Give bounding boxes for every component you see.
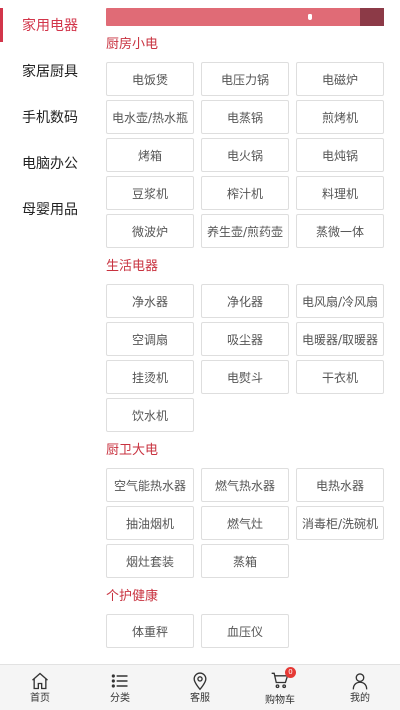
section-title: 生活电器: [106, 259, 159, 274]
subcategory-item[interactable]: 料理机: [296, 176, 384, 210]
sidebar-item-home-appliances[interactable]: 家用电器: [0, 2, 100, 48]
subcategory-item[interactable]: 电熨斗: [201, 360, 289, 394]
sidebar-item-label: 母婴用品: [22, 202, 78, 218]
section-title: 厨卫大电: [106, 443, 159, 458]
subcategory-item[interactable]: 养生壶/煎药壶: [201, 214, 289, 248]
home-icon: [32, 672, 48, 690]
subcategory-item[interactable]: 电水壶/热水瓶: [106, 100, 194, 134]
sidebar-item-label: 手机数码: [22, 110, 78, 126]
location-pin-icon: [193, 672, 207, 691]
section-title: 个护健康: [106, 589, 159, 604]
subcategory-item[interactable]: 烤箱: [106, 138, 194, 172]
tab-category[interactable]: 分类: [80, 665, 160, 710]
sidebar-item-label: 家居厨具: [22, 64, 78, 80]
tab-label: 客服: [190, 693, 210, 704]
banner-dark-block: [360, 8, 384, 26]
subcategory-item[interactable]: 燃气热水器: [201, 468, 289, 502]
subcategory-item[interactable]: 燃气灶: [201, 506, 289, 540]
sidebar-item-mother-baby[interactable]: 母婴用品: [0, 186, 100, 232]
cart-icon-wrap: 0: [270, 666, 296, 695]
subcategory-item[interactable]: 血压仪: [201, 614, 289, 648]
subcategory-item[interactable]: 空气能热水器: [106, 468, 194, 502]
tab-mine[interactable]: 我的: [320, 665, 400, 710]
subcategory-item[interactable]: 蒸箱: [201, 544, 289, 578]
subcategory-item[interactable]: 电热水器: [296, 468, 384, 502]
subcategory-grid: 空气能热水器 燃气热水器 电热水器 抽油烟机 燃气灶 消毒柜/洗碗机 烟灶套装 …: [106, 468, 384, 578]
subcategory-item[interactable]: 榨汁机: [201, 176, 289, 210]
tab-customer-service[interactable]: 客服: [160, 665, 240, 710]
subcategory-item[interactable]: 抽油烟机: [106, 506, 194, 540]
subcategory-item[interactable]: 微波炉: [106, 214, 194, 248]
subcategory-item[interactable]: 电炖锅: [296, 138, 384, 172]
subcategory-item[interactable]: 煎烤机: [296, 100, 384, 134]
subcategory-item[interactable]: 挂烫机: [106, 360, 194, 394]
subcategory-item[interactable]: 饮水机: [106, 398, 194, 432]
subcategory-item[interactable]: 体重秤: [106, 614, 194, 648]
sidebar-item-label: 家用电器: [22, 18, 78, 34]
sidebar-item-label: 电脑办公: [22, 156, 78, 172]
subcategory-panel: 厨房小电 电饭煲 电压力锅 电磁炉 电水壶/热水瓶 电蒸锅 煎烤机 烤箱 电火锅…: [100, 0, 400, 664]
subcategory-item[interactable]: 吸尘器: [201, 322, 289, 356]
user-icon: [352, 673, 368, 690]
drop-icon: [308, 14, 312, 20]
subcategory-item[interactable]: 电压力锅: [201, 62, 289, 96]
sidebar-item-phones-digital[interactable]: 手机数码: [0, 94, 100, 140]
tab-cart[interactable]: 0 购物车: [240, 665, 320, 710]
subcategory-item[interactable]: 空调扇: [106, 322, 194, 356]
subcategory-item[interactable]: 净化器: [201, 284, 289, 318]
subcategory-item[interactable]: 烟灶套装: [106, 544, 194, 578]
subcategory-item[interactable]: 电磁炉: [296, 62, 384, 96]
section-title: 厨房小电: [106, 37, 159, 52]
subcategory-item[interactable]: 消毒柜/洗碗机: [296, 506, 384, 540]
subcategory-item[interactable]: 电蒸锅: [201, 100, 289, 134]
subcategory-item[interactable]: 豆浆机: [106, 176, 194, 210]
cart-badge: 0: [285, 666, 296, 678]
sidebar-item-computer-office[interactable]: 电脑办公: [0, 140, 100, 186]
subcategory-item[interactable]: 电饭煲: [106, 62, 194, 96]
bottom-tab-bar: 首页 分类 客服 0 购物车 我的: [0, 664, 400, 710]
subcategory-item[interactable]: 蒸微一体: [296, 214, 384, 248]
subcategory-item[interactable]: 干衣机: [296, 360, 384, 394]
tab-label: 首页: [30, 693, 50, 704]
tab-label: 我的: [350, 693, 370, 704]
subcategory-item[interactable]: 电风扇/冷风扇: [296, 284, 384, 318]
subcategory-item[interactable]: 净水器: [106, 284, 194, 318]
subcategory-item[interactable]: 电火锅: [201, 138, 289, 172]
subcategory-item[interactable]: 电暖器/取暖器: [296, 322, 384, 356]
tab-label: 购物车: [265, 694, 295, 706]
subcategory-grid: 净水器 净化器 电风扇/冷风扇 空调扇 吸尘器 电暖器/取暖器 挂烫机 电熨斗 …: [106, 284, 384, 432]
category-list: 家用电器 家居厨具 手机数码 电脑办公 母婴用品: [0, 0, 100, 232]
subcategory-grid: 体重秤 血压仪: [106, 614, 384, 648]
tab-home[interactable]: 首页: [0, 665, 80, 710]
sidebar-item-home-kitchen[interactable]: 家居厨具: [0, 48, 100, 94]
subcategory-grid: 电饭煲 电压力锅 电磁炉 电水壶/热水瓶 电蒸锅 煎烤机 烤箱 电火锅 电炖锅 …: [106, 62, 384, 248]
promo-banner[interactable]: [106, 8, 384, 26]
tab-label: 分类: [110, 693, 130, 704]
list-icon: [111, 674, 128, 688]
category-sidebar: 家用电器 家居厨具 手机数码 电脑办公 母婴用品: [0, 0, 100, 664]
